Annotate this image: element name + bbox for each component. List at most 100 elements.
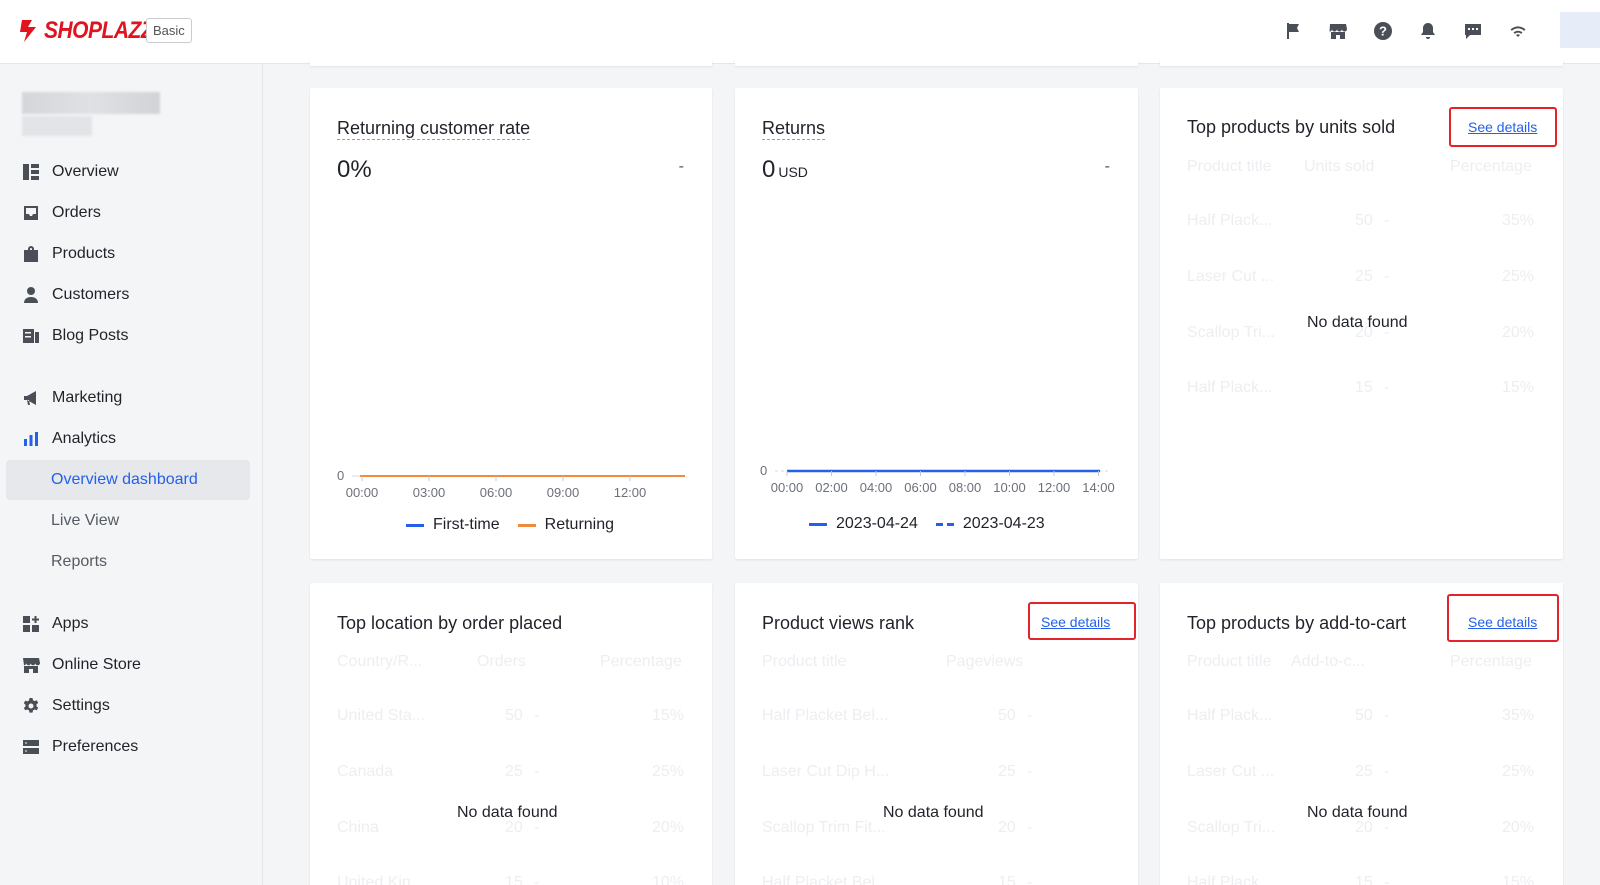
x-tick-label: 12:00 [1038, 480, 1071, 495]
apps-icon [22, 615, 40, 633]
help-icon[interactable]: ? [1360, 18, 1405, 44]
sidebar-item-settings[interactable]: Settings [6, 686, 250, 726]
blog-icon [22, 327, 40, 345]
top-location-card: Top location by order placed Country/R..… [310, 583, 712, 885]
person-icon [22, 286, 40, 304]
table-cell: 25% [652, 763, 685, 780]
x-tick-label: 03:00 [413, 485, 446, 500]
sidebar-item-orders[interactable]: Orders [6, 193, 250, 233]
top-bar: SHOPLAZZA Basic ? [0, 0, 1600, 64]
table-cell: Half Plack... [1187, 212, 1273, 229]
table-cell: - [1384, 874, 1390, 885]
table-cell: 15% [1502, 379, 1535, 396]
table-cell: - [534, 707, 540, 724]
table-cell: 35% [1502, 212, 1535, 229]
legend-label-first-time[interactable]: First-time [433, 516, 500, 534]
top-products-add-to-cart-card: Top products by add-to-cart See details … [1160, 583, 1563, 885]
column-header: Percentage [1450, 158, 1532, 175]
flag-icon[interactable] [1270, 18, 1315, 44]
see-details-link[interactable]: See details [1468, 614, 1537, 630]
chart-legend: 2023-04-24 2023-04-23 [809, 515, 1045, 533]
sidebar-subitem-reports[interactable]: Reports [6, 542, 250, 582]
sidebar-item-label: Marketing [52, 389, 123, 406]
plan-badge: Basic [146, 18, 192, 43]
no-data-message: No data found [1307, 314, 1408, 331]
returning-rate-chart: 0 00:00 03:00 06:00 09:00 12:00 [337, 468, 685, 500]
avatar[interactable] [1560, 12, 1600, 48]
sidebar-item-marketing[interactable]: Marketing [6, 378, 250, 418]
sidebar-item-preferences[interactable]: Preferences [6, 727, 250, 767]
table-cell: Half Plack... [1187, 874, 1273, 885]
table-cell: 15 [1355, 379, 1373, 396]
wifi-icon[interactable] [1495, 18, 1540, 44]
top-products-units-card: Top products by units sold See details P… [1160, 88, 1563, 559]
table-cell: 25 [505, 763, 523, 780]
legend-label-returning[interactable]: Returning [545, 516, 614, 534]
overview-icon [22, 163, 40, 181]
returns-chart: 0 00:00 02:00 04:00 06:00 08:00 10:00 12:00 14:… [760, 463, 1115, 495]
sidebar-item-analytics[interactable]: Analytics [6, 419, 250, 459]
card-above-edge [310, 58, 712, 66]
column-header: Product title [1187, 653, 1272, 670]
sidebar-subitem-overview-dashboard[interactable]: Overview dashboard [6, 460, 250, 500]
y-tick-label: 0 [337, 468, 344, 483]
table-cell: 25 [998, 763, 1016, 780]
shoplazza-logo-mark-icon [20, 20, 36, 42]
sidebar-item-overview[interactable]: Overview [6, 152, 250, 192]
card-above-edge [1160, 58, 1563, 66]
table-cell: 25 [1355, 763, 1373, 780]
table-cell: 15 [998, 874, 1016, 885]
gear-icon [22, 697, 40, 715]
x-tick-label: 08:00 [949, 480, 982, 495]
table-cell: - [1384, 212, 1390, 229]
sidebar-item-online-store[interactable]: Online Store [6, 645, 250, 685]
legend-swatch-first-time [406, 523, 424, 527]
table-cell: Scallop Tri... [1187, 324, 1276, 341]
table-cell: Half Plack... [1187, 379, 1273, 396]
preferences-icon [22, 738, 40, 756]
table-cell: - [1384, 379, 1390, 396]
bell-icon[interactable] [1405, 18, 1450, 44]
sidebar-item-customers[interactable]: Customers [6, 275, 250, 315]
table-cell: 15% [652, 707, 685, 724]
megaphone-icon [22, 389, 40, 407]
sidebar-item-label: Online Store [52, 656, 141, 673]
legend-label-2023-04-23[interactable]: 2023-04-23 [963, 515, 1045, 533]
x-tick-label: 12:00 [614, 485, 647, 500]
card-above-edge [735, 58, 1138, 66]
store-icon[interactable] [1315, 18, 1360, 44]
table-cell: 25% [1502, 763, 1535, 780]
svg-text:?: ? [1379, 24, 1387, 39]
see-details-link[interactable]: See details [1041, 614, 1110, 630]
returning-customer-rate-card: Returning customer rate 0% - 0 00:00 03:0… [310, 88, 712, 559]
no-data-message: No data found [1307, 804, 1408, 821]
table-cell: - [1384, 763, 1390, 780]
chat-icon[interactable] [1450, 18, 1495, 44]
column-header: Product title [1187, 158, 1272, 175]
column-header: Units sold [1304, 158, 1375, 175]
legend-label-2023-04-24[interactable]: 2023-04-24 [836, 515, 918, 533]
sidebar-item-products[interactable]: Products [6, 234, 250, 274]
see-details-link[interactable]: See details [1468, 119, 1537, 135]
table-cell: - [1027, 707, 1033, 724]
column-header: Add-to-c... [1291, 653, 1365, 670]
table-cell: - [534, 874, 540, 885]
table-cell: 15 [1355, 874, 1373, 885]
table-cell: - [1027, 763, 1033, 780]
inbox-icon [22, 204, 40, 222]
table-cell: 10% [652, 874, 685, 885]
sidebar-item-blog-posts[interactable]: Blog Posts [6, 316, 250, 356]
returns-card: Returns 0 USD - 0 00:00 02:00 04:00 06:00 08:… [735, 88, 1138, 559]
table-cell: 50 [505, 707, 523, 724]
column-header: Percentage [600, 653, 682, 670]
sidebar-subitem-live-view[interactable]: Live View [6, 501, 250, 541]
store-name-blurred[interactable] [14, 88, 190, 140]
column-header: Product title [762, 653, 847, 670]
y-tick-label: 0 [760, 463, 767, 478]
table-cell: 35% [1502, 707, 1535, 724]
top-icons: ? [1270, 18, 1540, 44]
table-cell: 25% [1502, 268, 1535, 285]
table-cell: 15% [1502, 874, 1535, 885]
sidebar-item-apps[interactable]: Apps [6, 604, 250, 644]
x-tick-label: 00:00 [346, 485, 379, 500]
